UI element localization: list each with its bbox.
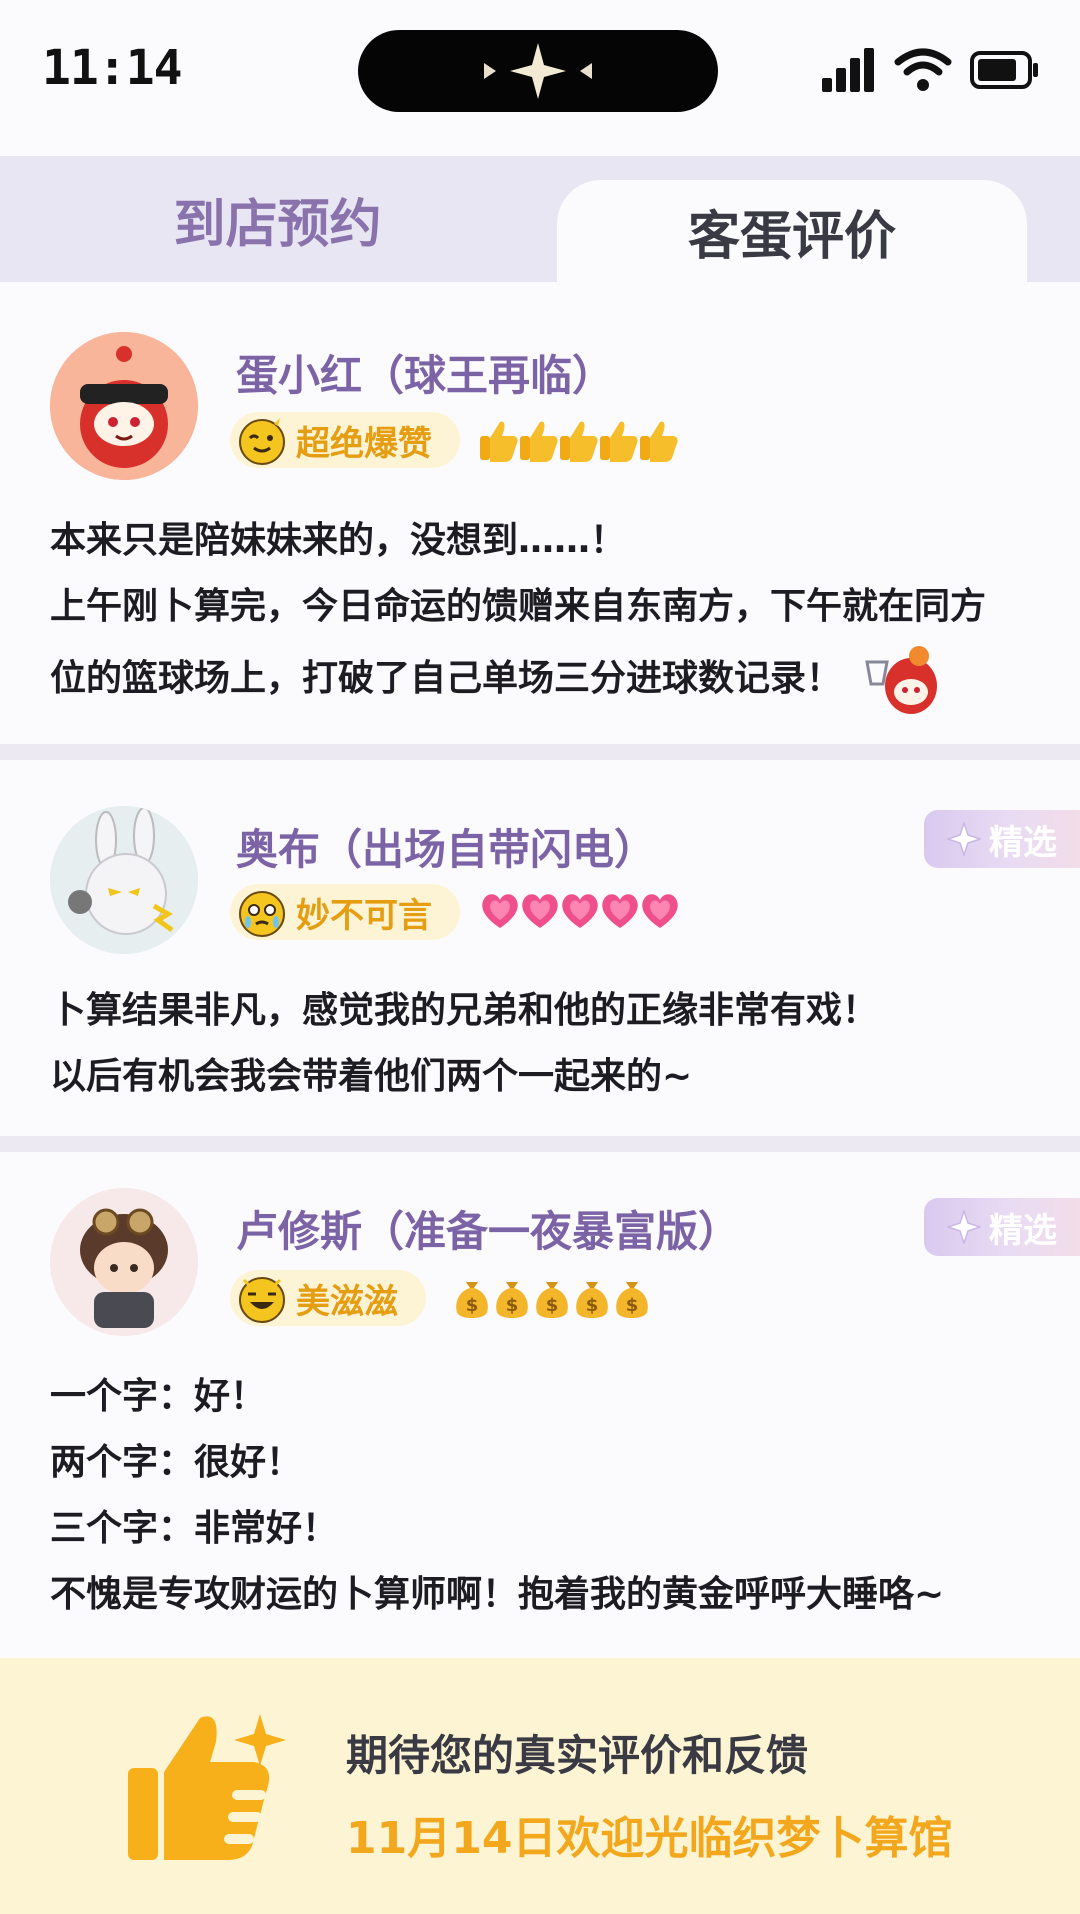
money-bag-icon: $	[496, 1282, 528, 1318]
grinning-emoji-icon	[239, 1277, 285, 1323]
avatar	[50, 1188, 198, 1336]
tab-bar: 到店预约 客蛋评价	[0, 156, 1080, 282]
avatar-white-rabbit	[50, 806, 198, 954]
rating-thumbs	[476, 416, 678, 464]
status-bar: 11:14	[0, 0, 1080, 150]
tab-store-booking[interactable]: 到店预约	[0, 156, 555, 282]
sparkle-icon	[484, 43, 592, 99]
heart-icon	[522, 894, 558, 928]
avatar-goggles-character	[50, 1188, 198, 1336]
money-bag-icon: $	[456, 1282, 488, 1318]
review-text: 一个字：好！ 两个字：很好！ 三个字：非常好！ 不愧是专攻财运的卜算师啊！抱着我…	[50, 1364, 1050, 1628]
review-line: 上午刚卜算完，今日命运的馈赠来自东南方，下午就在同方	[50, 586, 987, 627]
heart-icon	[602, 894, 638, 928]
rating-hearts	[478, 888, 678, 932]
rating-money-bags: $ $ $ $ $	[450, 1274, 650, 1320]
review-card: 卢修斯（准备一夜暴富版） 精选 美滋滋 $ $ $ $ $ 一个字：好！ 两个字…	[0, 1152, 1080, 1658]
svg-text:$: $	[466, 1295, 479, 1316]
review-line: 卜算结果非凡，感觉我的兄弟和他的正缘非常有戏！	[50, 990, 879, 1031]
divider	[0, 744, 1080, 760]
avatar	[50, 332, 198, 480]
review-line-text: 位的篮球场上，打破了自己单场三分进球数记录！	[50, 658, 843, 699]
rating-badge: 超绝爆赞	[230, 412, 460, 468]
review-line: 不愧是专攻财运的卜算师啊！抱着我的黄金呼呼大睡咯~	[50, 1574, 945, 1615]
rating-badge: 美滋滋	[230, 1270, 426, 1326]
svg-text:$: $	[586, 1295, 599, 1316]
reviewer-name: 卢修斯（准备一夜暴富版）	[236, 1207, 741, 1256]
footer-subtitle: 11月14日欢迎光临织梦卜算馆	[346, 1813, 953, 1864]
thumbs-up-icon	[560, 421, 598, 462]
review-line: 本来只是陪妹妹来的，没想到……！	[50, 520, 627, 561]
review-card: 蛋小红（球王再临） 超绝爆赞 本来只是陪妹妹来的，没想到……！ 上午刚卜算完，今…	[0, 282, 1080, 744]
battery-icon	[970, 51, 1038, 89]
svg-text:$: $	[626, 1295, 639, 1316]
heart-icon	[562, 894, 598, 928]
review-line: 以后有机会我会带着他们两个一起来的~	[50, 1056, 693, 1097]
featured-label: 精选	[989, 822, 1057, 863]
review-line: 一个字：好！	[50, 1376, 267, 1417]
review-line: 三个字：非常好！	[50, 1508, 339, 1549]
badge-label: 美滋滋	[296, 1281, 398, 1322]
thumbs-up-icon	[600, 421, 638, 462]
tab-reviews[interactable]: 客蛋评价	[557, 180, 1027, 282]
sparkle-icon	[947, 822, 981, 856]
featured-tag: 精选	[924, 810, 1080, 868]
svg-text:$: $	[506, 1295, 519, 1316]
avatar	[50, 806, 198, 954]
thumbs-up-icon	[128, 1714, 286, 1860]
reviewer-name: 奥布（出场自带闪电）	[236, 825, 657, 874]
review-line: 位的篮球场上，打破了自己单场三分进球数记录！	[50, 640, 1050, 714]
heart-icon	[482, 894, 518, 928]
review-text: 卜算结果非凡，感觉我的兄弟和他的正缘非常有戏！ 以后有机会我会带着他们两个一起来…	[50, 978, 1050, 1110]
money-bag-icon: $	[616, 1282, 648, 1318]
thumbs-up-icon	[480, 421, 518, 462]
basketball-mascot-sticker	[864, 646, 937, 714]
badge-label: 超绝爆赞	[296, 423, 432, 464]
review-card: 奥布（出场自带闪电） 精选 妙不可言 卜算结果非凡，感觉我的兄弟和他的正缘非常有…	[0, 760, 1080, 1148]
svg-text:$: $	[546, 1295, 559, 1316]
signal-icon	[822, 48, 874, 92]
divider	[0, 1136, 1080, 1152]
crying-emoji-icon	[239, 891, 285, 937]
badge-label: 妙不可言	[296, 895, 432, 936]
footer-banner	[0, 1658, 1080, 1914]
dynamic-island	[358, 30, 718, 112]
featured-tag: 精选	[924, 1198, 1080, 1256]
review-text: 本来只是陪妹妹来的，没想到……！ 上午刚卜算完，今日命运的馈赠来自东南方，下午就…	[50, 508, 1050, 714]
money-bag-icon: $	[576, 1282, 608, 1318]
sparkle-icon	[947, 1210, 981, 1244]
wifi-icon	[894, 48, 952, 91]
reviewer-name: 蛋小红（球王再临）	[236, 351, 615, 400]
footer-title: 期待您的真实评价和反馈	[346, 1731, 809, 1780]
avatar-red-mascot	[50, 332, 198, 480]
rating-badge: 妙不可言	[230, 884, 460, 940]
money-bag-icon: $	[536, 1282, 568, 1318]
wink-emoji-icon	[239, 418, 285, 465]
thumbs-up-icon	[520, 421, 558, 462]
status-time: 11:14	[42, 40, 182, 96]
thumbs-up-icon	[640, 421, 678, 462]
featured-label: 精选	[989, 1210, 1057, 1251]
heart-icon	[642, 894, 678, 928]
review-line: 两个字：很好！	[50, 1442, 303, 1483]
